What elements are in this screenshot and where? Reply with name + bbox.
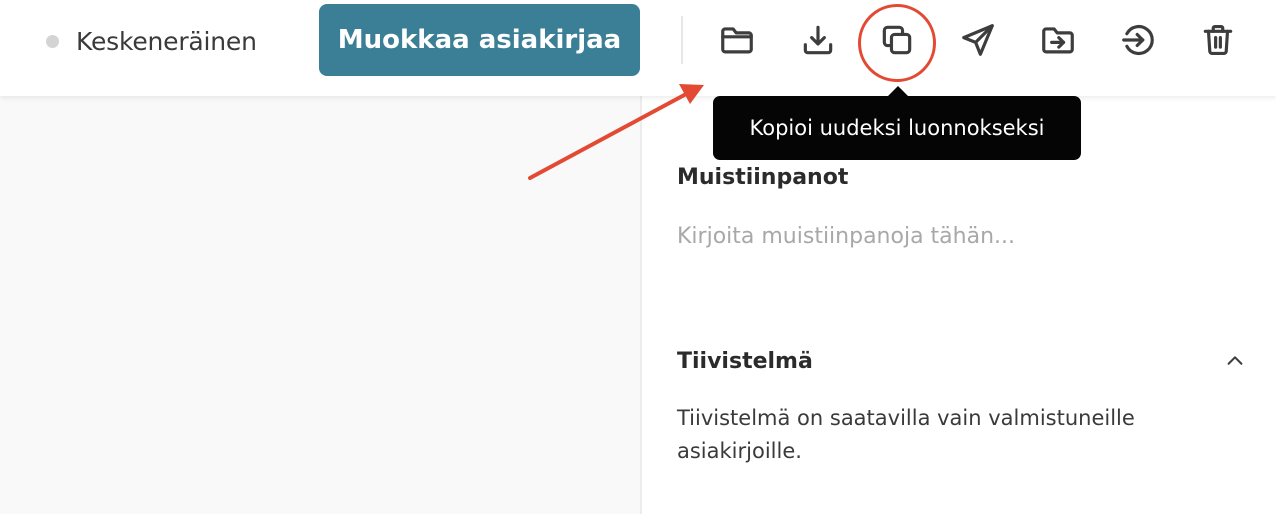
summary-collapse-button[interactable] bbox=[1220, 346, 1250, 376]
status-dot-icon bbox=[46, 34, 59, 48]
copy-tooltip: Kopioi uudeksi luonnokseksi bbox=[713, 96, 1081, 160]
folder-icon bbox=[721, 27, 753, 54]
download-icon bbox=[803, 25, 833, 55]
delete-button[interactable] bbox=[1194, 14, 1242, 66]
document-status: Keskeneräinen bbox=[46, 26, 257, 56]
sign-in-button[interactable] bbox=[1114, 14, 1162, 66]
trash-icon bbox=[1203, 24, 1233, 56]
notes-input[interactable] bbox=[677, 224, 1237, 249]
edit-document-button[interactable]: Muokkaa asiakirjaa bbox=[319, 4, 640, 76]
toolbar-divider bbox=[681, 16, 683, 64]
document-view: Keskeneräinen Muokkaa asiakirjaa Kopioi … bbox=[0, 0, 1276, 514]
open-folder-button[interactable] bbox=[713, 14, 761, 66]
summary-text: Tiivistelmä on saatavilla vain valmistun… bbox=[677, 406, 1135, 463]
highlight-ring bbox=[858, 4, 936, 82]
chevron-up-icon bbox=[1227, 356, 1243, 365]
move-to-folder-icon bbox=[1042, 27, 1074, 54]
status-label: Keskeneräinen bbox=[76, 26, 257, 56]
move-to-folder-button[interactable] bbox=[1034, 14, 1082, 66]
download-button[interactable] bbox=[794, 14, 842, 66]
summary-title: Tiivistelmä bbox=[677, 349, 813, 374]
send-icon bbox=[962, 24, 994, 56]
annotation-arrow-icon bbox=[528, 84, 704, 180]
send-button[interactable] bbox=[954, 14, 1002, 66]
sign-in-icon bbox=[1122, 24, 1154, 56]
